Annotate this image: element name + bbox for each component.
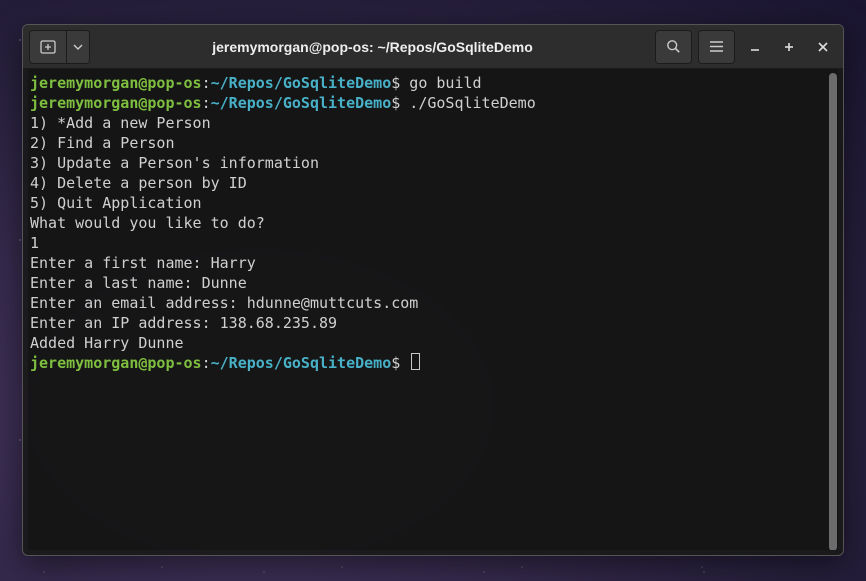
window-title: jeremymorgan@pop-os: ~/Repos/GoSqliteDem…: [90, 39, 655, 55]
close-button[interactable]: [809, 31, 837, 63]
prompt-path: ~/Repos/GoSqliteDemo: [211, 74, 392, 92]
prompt-symbol: $: [391, 354, 400, 372]
window-titlebar: jeremymorgan@pop-os: ~/Repos/GoSqliteDem…: [23, 25, 843, 69]
output-line: 4) Delete a person by ID: [30, 174, 247, 192]
output-line: Enter an IP address: 138.68.235.89: [30, 314, 337, 332]
prompt-sep: :: [202, 74, 211, 92]
cursor-icon: [411, 353, 420, 370]
command-1: go build: [400, 74, 481, 92]
prompt-path: ~/Repos/GoSqliteDemo: [211, 94, 392, 112]
search-button[interactable]: [656, 31, 691, 63]
output-line: Enter a first name: Harry: [30, 254, 256, 272]
terminal-scrollbar[interactable]: [829, 73, 837, 550]
prompt-user: jeremymorgan@pop-os: [30, 354, 202, 372]
terminal-area: jeremymorgan@pop-os:~/Repos/GoSqliteDemo…: [23, 69, 843, 555]
new-tab-button[interactable]: [30, 31, 66, 63]
maximize-button[interactable]: [775, 31, 803, 63]
prompt-user: jeremymorgan@pop-os: [30, 74, 202, 92]
output-line: 5) Quit Application: [30, 194, 202, 212]
output-line: What would you like to do?: [30, 214, 265, 232]
new-tab-group: [29, 30, 90, 64]
prompt-symbol: $: [391, 94, 400, 112]
prompt-sep: :: [202, 354, 211, 372]
command-2: ./GoSqliteDemo: [400, 94, 535, 112]
prompt-symbol: $: [391, 74, 400, 92]
output-line: Added Harry Dunne: [30, 334, 184, 352]
output-line: 2) Find a Person: [30, 134, 175, 152]
desktop-background: jeremymorgan@pop-os: ~/Repos/GoSqliteDem…: [0, 0, 866, 581]
menu-button[interactable]: [699, 31, 734, 63]
terminal-window: jeremymorgan@pop-os: ~/Repos/GoSqliteDem…: [22, 24, 844, 556]
output-line: 3) Update a Person's information: [30, 154, 319, 172]
output-line: Enter an email address: hdunne@muttcuts.…: [30, 294, 418, 312]
minimize-button[interactable]: [741, 31, 769, 63]
terminal-output[interactable]: jeremymorgan@pop-os:~/Repos/GoSqliteDemo…: [28, 69, 838, 550]
output-line: 1: [30, 234, 39, 252]
prompt-user: jeremymorgan@pop-os: [30, 94, 202, 112]
prompt-sep: :: [202, 94, 211, 112]
output-line: Enter a last name: Dunne: [30, 274, 247, 292]
new-tab-dropdown[interactable]: [66, 31, 89, 63]
prompt-path: ~/Repos/GoSqliteDemo: [211, 354, 392, 372]
output-line: 1) *Add a new Person: [30, 114, 211, 132]
